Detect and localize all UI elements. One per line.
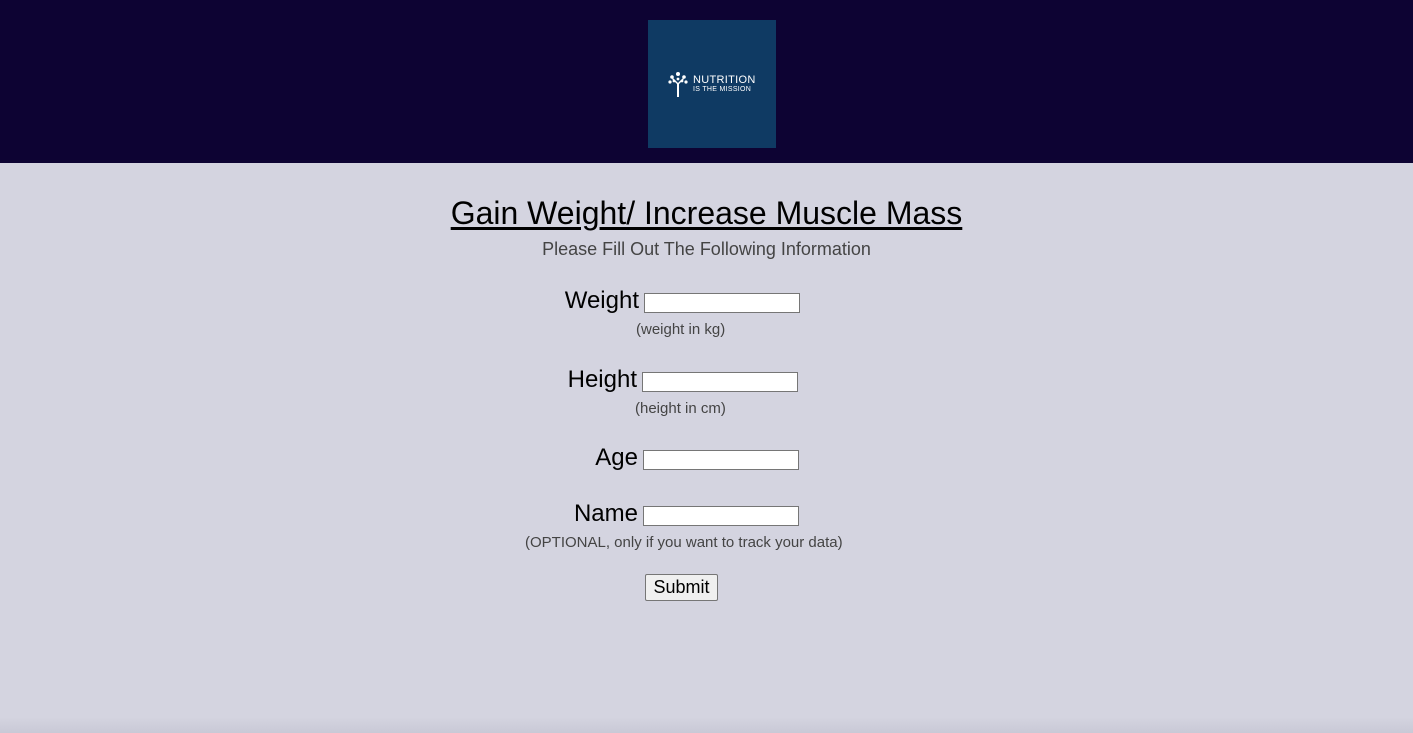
logo-text-line1: NUTRITION: [693, 74, 756, 86]
weight-input[interactable]: [644, 293, 800, 313]
age-label: Age: [595, 444, 638, 471]
site-header: NUTRITION IS THE MISSION: [0, 0, 1413, 163]
submit-button[interactable]: Submit: [645, 574, 718, 601]
main-content: Gain Weight/ Increase Muscle Mass Please…: [0, 163, 1413, 733]
age-input[interactable]: [643, 450, 799, 470]
bottom-shadow: [0, 717, 1413, 733]
name-hint: (OPTIONAL, only if you want to track you…: [525, 534, 843, 551]
logo-text-line2: IS THE MISSION: [693, 86, 752, 93]
page-title: Gain Weight/ Increase Muscle Mass: [450, 195, 963, 231]
weight-hint: (weight in kg): [636, 321, 726, 338]
tree-icon: [668, 72, 688, 97]
height-hint: (height in cm): [635, 400, 726, 417]
weight-label: Weight: [564, 287, 639, 314]
name-label: Name: [573, 500, 638, 527]
height-label: Height: [567, 366, 637, 393]
name-input[interactable]: [643, 506, 799, 526]
page-subtitle: Please Fill Out The Following Informatio…: [542, 239, 871, 259]
height-input[interactable]: [642, 372, 798, 392]
nutrition-logo[interactable]: NUTRITION IS THE MISSION: [648, 20, 776, 148]
